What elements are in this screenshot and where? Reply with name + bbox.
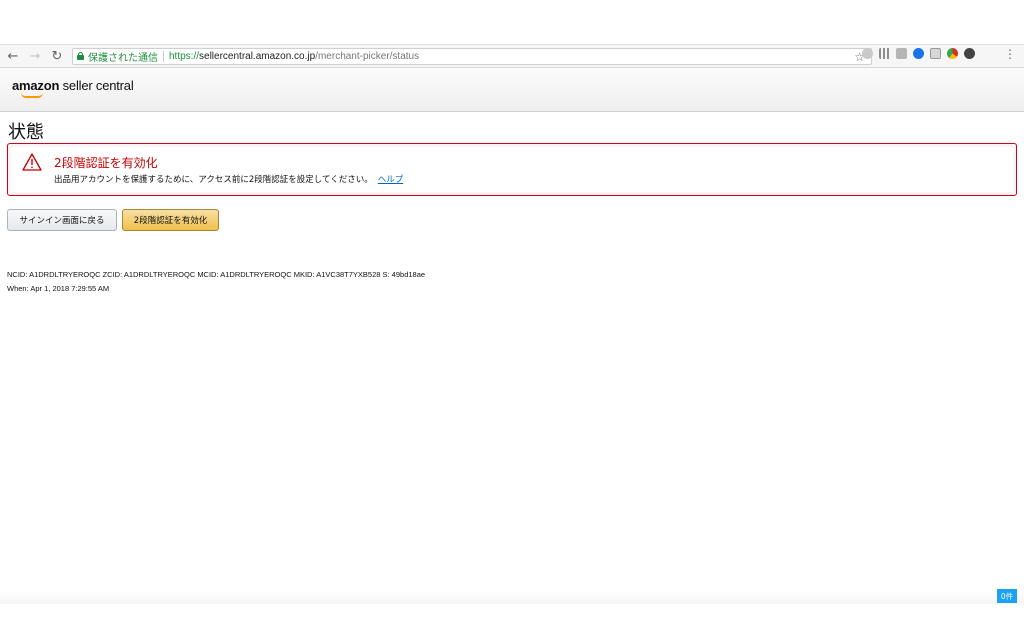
url-scheme: https:// xyxy=(169,50,200,62)
back-to-sign-in-button[interactable]: サインイン画面に戻る xyxy=(7,209,117,231)
address-bar[interactable]: 保護された通信 https:// sellercentral.amazon.co… xyxy=(72,47,872,65)
url-host: sellercentral.amazon.co.jp xyxy=(199,50,316,62)
menu-dots-icon[interactable]: ⋮ xyxy=(1004,47,1016,61)
pie-extension-icon[interactable] xyxy=(947,48,958,59)
box-extension-icon[interactable] xyxy=(896,48,907,59)
seller-central-header: amazon seller central xyxy=(0,68,1024,112)
secure-connection-label: 保護された通信 xyxy=(88,52,158,64)
logo-product: seller central xyxy=(62,78,134,93)
gear-extension-icon[interactable] xyxy=(964,48,975,59)
lock-icon xyxy=(77,52,84,60)
forward-arrow-icon[interactable]: → xyxy=(26,47,44,65)
count-badge[interactable]: 0件 xyxy=(997,589,1017,603)
browser-toolbar: ← → ↻ 保護された通信 https:// sellercentral.ama… xyxy=(0,44,1024,68)
two-step-alert: 2段階認証を有効化 出品用アカウントを保護するために、アクセス前に2段階認証を設… xyxy=(7,143,1017,196)
timestamp: When: Apr 1, 2018 7:29:55 AM xyxy=(7,284,110,293)
reload-icon[interactable]: ↻ xyxy=(48,47,66,65)
url-path: /merchant-picker/status xyxy=(315,50,420,62)
logo-brand: amazon xyxy=(12,78,60,93)
warning-triangle-icon xyxy=(22,153,42,171)
bottom-shadow xyxy=(0,590,1024,604)
amazon-smile-icon xyxy=(21,93,43,98)
alert-title: 2段階認証を有効化 xyxy=(54,156,158,170)
cloud-extension-icon[interactable] xyxy=(862,48,873,59)
extension-icons xyxy=(862,48,975,59)
amazon-seller-central-logo[interactable]: amazon seller central xyxy=(12,78,134,98)
bars-extension-icon[interactable] xyxy=(879,48,890,59)
folder-extension-icon[interactable] xyxy=(930,48,941,59)
back-arrow-icon[interactable]: ← xyxy=(4,47,22,65)
alert-message: 出品用アカウントを保護するために、アクセス前に2段階認証を設定してください。 xyxy=(54,175,373,185)
enable-two-step-button[interactable]: 2段階認証を有効化 xyxy=(122,209,219,231)
alert-message-line: 出品用アカウントを保護するために、アクセス前に2段階認証を設定してください。 ヘル… xyxy=(54,173,403,185)
page-title: 状態 xyxy=(8,122,44,143)
account-ids: NCID: A1DRDLTRYEROQC ZCID: A1DRDLTRYEROQ… xyxy=(7,270,426,279)
address-divider xyxy=(163,50,164,62)
blue-extension-icon[interactable] xyxy=(913,48,924,59)
help-link[interactable]: ヘルプ xyxy=(378,175,404,185)
